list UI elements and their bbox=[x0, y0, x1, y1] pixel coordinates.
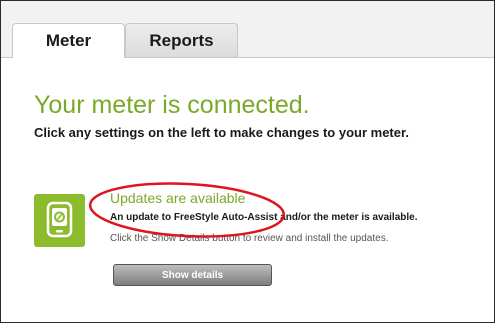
updates-instruction: Click the Show Details button to review … bbox=[110, 233, 389, 244]
show-details-label: Show details bbox=[161, 269, 224, 281]
updates-title: Updates are available bbox=[110, 190, 246, 206]
tab-meter[interactable]: Meter bbox=[12, 23, 125, 58]
meter-panel: Your meter is connected. Click any setti… bbox=[1, 58, 494, 322]
tab-meter-label: Meter bbox=[45, 31, 92, 50]
updates-description: An update to FreeStyle Auto-Assist and/o… bbox=[110, 212, 418, 223]
show-details-button[interactable]: Show details bbox=[113, 264, 272, 286]
tab-reports[interactable]: Reports bbox=[125, 23, 238, 57]
app-window: Meter Reports Your meter is connected. C… bbox=[0, 0, 495, 323]
tab-reports-label: Reports bbox=[149, 30, 214, 50]
meter-device-icon bbox=[34, 194, 85, 247]
page-title: Your meter is connected. bbox=[34, 91, 310, 119]
tab-bar: Meter Reports bbox=[1, 1, 494, 58]
instruction-text: Click any settings on the left to make c… bbox=[34, 125, 409, 140]
